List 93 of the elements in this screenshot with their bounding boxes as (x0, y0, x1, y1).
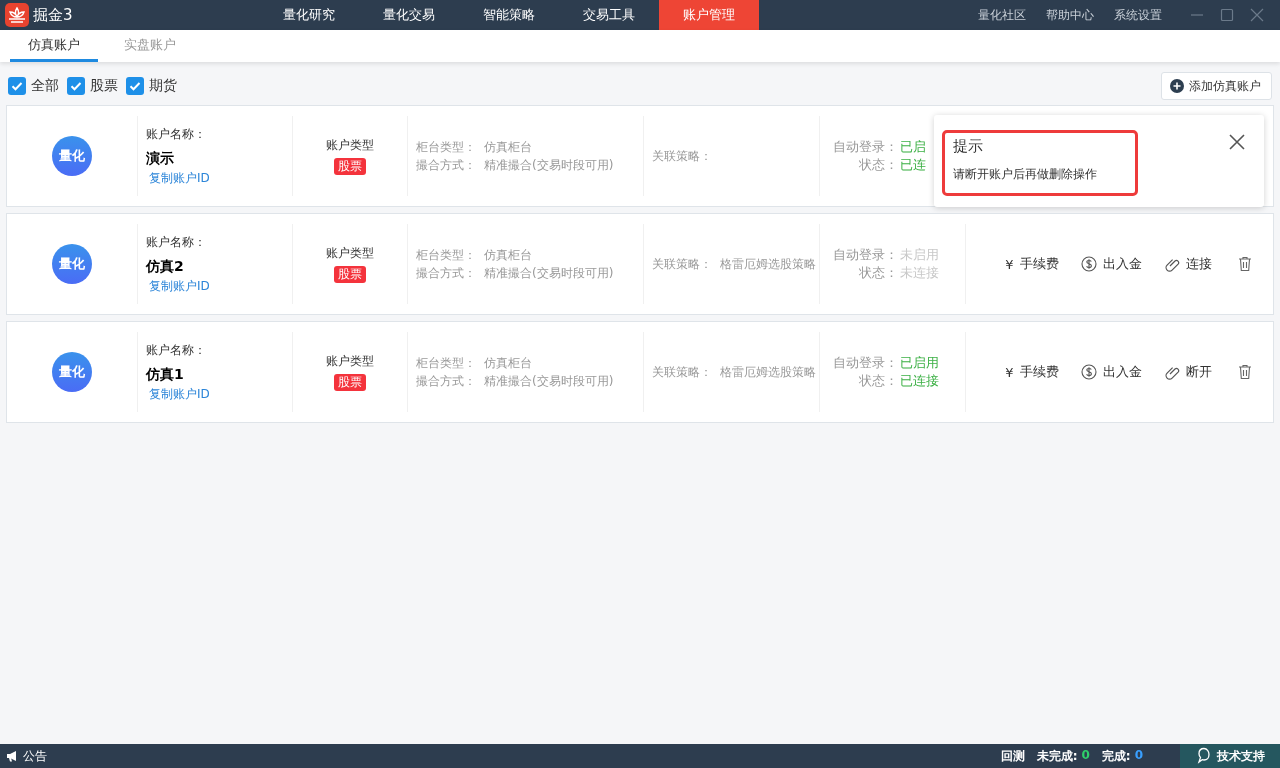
status-value: 已连接 (900, 372, 939, 390)
checkbox[interactable] (126, 77, 144, 95)
field-label: 自动登录： (832, 138, 898, 156)
field-label: 状态： (858, 264, 898, 282)
field-label: 柜台类型： (416, 246, 476, 264)
dollar-coin-icon (1080, 256, 1097, 272)
field-value: 精准撮合(交易时段可用) (484, 156, 614, 174)
field-label: 账户类型 (326, 245, 374, 262)
status-value: 已连 (900, 156, 926, 174)
field-value: 格雷厄姆选股策略 (720, 255, 816, 273)
field-label: 柜台类型： (416, 354, 476, 372)
nav-tab[interactable]: 量化研究 (259, 0, 359, 30)
popup-title: 提示 (953, 137, 984, 156)
field-label: 状态： (858, 156, 898, 174)
yen-icon: ¥ (1005, 256, 1014, 272)
filter-label: 全部 (31, 77, 59, 95)
delete-button[interactable] (1237, 256, 1252, 272)
nav-tab[interactable]: 账户管理 (659, 0, 759, 30)
app-name: 掘金3 (33, 5, 73, 25)
menu-link[interactable]: 系统设置 (1114, 6, 1162, 24)
field-label: 自动登录： (832, 354, 898, 372)
account-avatar: 量化 (52, 136, 92, 176)
trash-icon (1237, 256, 1252, 272)
delete-button[interactable] (1237, 364, 1252, 380)
checkbox[interactable] (67, 77, 85, 95)
field-value: 仿真柜台 (484, 354, 532, 372)
type-tag: 股票 (334, 158, 366, 175)
field-label: 账户类型 (326, 353, 374, 370)
field-label: 账户名称： (146, 125, 207, 143)
nav-tab[interactable]: 交易工具 (559, 0, 659, 30)
field-label: 撮合方式： (416, 156, 476, 174)
paperclip-icon (1163, 256, 1180, 272)
chat-bubble-icon (1195, 747, 1213, 765)
dollar-coin-icon (1080, 364, 1097, 380)
menu-link[interactable]: 帮助中心 (1046, 6, 1094, 24)
nav-tab[interactable]: 智能策略 (459, 0, 559, 30)
support-button[interactable]: 技术支持 (1180, 744, 1280, 768)
pending-label: 未完成: (1036, 747, 1078, 765)
field-value: 格雷厄姆选股策略 (720, 363, 816, 381)
funds-button[interactable]: 出入金 (1080, 363, 1142, 381)
menu-link[interactable]: 量化社区 (978, 6, 1026, 24)
status-value: 已启 (900, 138, 926, 156)
lotus-logo-icon (5, 3, 29, 27)
plus-circle-icon (1170, 79, 1184, 93)
field-label: 关联策略： (652, 147, 712, 165)
filter-label: 股票 (90, 77, 118, 95)
connection-button[interactable]: 连接 (1163, 255, 1212, 273)
field-value: 仿真柜台 (484, 246, 532, 264)
field-label: 自动登录： (832, 246, 898, 264)
field-value: 精准撮合(交易时段可用) (484, 264, 614, 282)
type-tag: 股票 (334, 374, 366, 391)
field-value: 精准撮合(交易时段可用) (484, 372, 614, 390)
popup-message: 请断开账户后再做删除操作 (953, 166, 1098, 183)
done-label: 完成: (1101, 747, 1131, 765)
field-label: 撮合方式： (416, 372, 476, 390)
field-label: 账户名称： (146, 341, 207, 359)
close-icon[interactable] (1229, 134, 1245, 150)
add-account-button[interactable]: 添加仿真账户 (1161, 72, 1272, 100)
fee-button[interactable]: ¥ 手续费 (1005, 363, 1059, 381)
fee-button[interactable]: ¥ 手续费 (1005, 255, 1059, 273)
maximize-icon[interactable] (1220, 8, 1234, 22)
account-name: 演示 (146, 149, 175, 168)
field-label: 关联策略： (652, 255, 712, 273)
yen-icon: ¥ (1005, 364, 1014, 380)
field-label: 柜台类型： (416, 138, 476, 156)
nav-tab[interactable]: 量化交易 (359, 0, 459, 30)
field-value: 仿真柜台 (484, 138, 532, 156)
type-tag: 股票 (334, 266, 366, 283)
trash-icon (1237, 364, 1252, 380)
done-count: 0 (1134, 747, 1143, 764)
field-label: 关联策略： (652, 363, 712, 381)
paperclip-icon (1163, 364, 1180, 380)
copy-id-link[interactable]: 复制账户ID (149, 277, 210, 295)
backtest-label: 回测 (1000, 747, 1025, 765)
pending-count: 0 (1081, 747, 1090, 764)
status-value: 已启用 (900, 354, 939, 372)
filter-label: 期货 (149, 77, 177, 95)
megaphone-icon (6, 750, 18, 762)
tab[interactable]: 仿真账户 (10, 30, 98, 62)
copy-id-link[interactable]: 复制账户ID (149, 169, 210, 187)
copy-id-link[interactable]: 复制账户ID (149, 385, 210, 403)
account-avatar: 量化 (52, 352, 92, 392)
checkbox[interactable] (8, 77, 26, 95)
field-label: 账户名称： (146, 233, 207, 251)
field-label: 状态： (858, 372, 898, 390)
field-label: 撮合方式： (416, 264, 476, 282)
account-avatar: 量化 (52, 244, 92, 284)
funds-button[interactable]: 出入金 (1080, 255, 1142, 273)
account-name: 仿真2 (146, 257, 185, 276)
field-label: 账户类型 (326, 137, 374, 154)
account-name: 仿真1 (146, 365, 185, 384)
connection-button[interactable]: 断开 (1163, 363, 1212, 381)
notice-link[interactable]: 公告 (23, 747, 47, 765)
